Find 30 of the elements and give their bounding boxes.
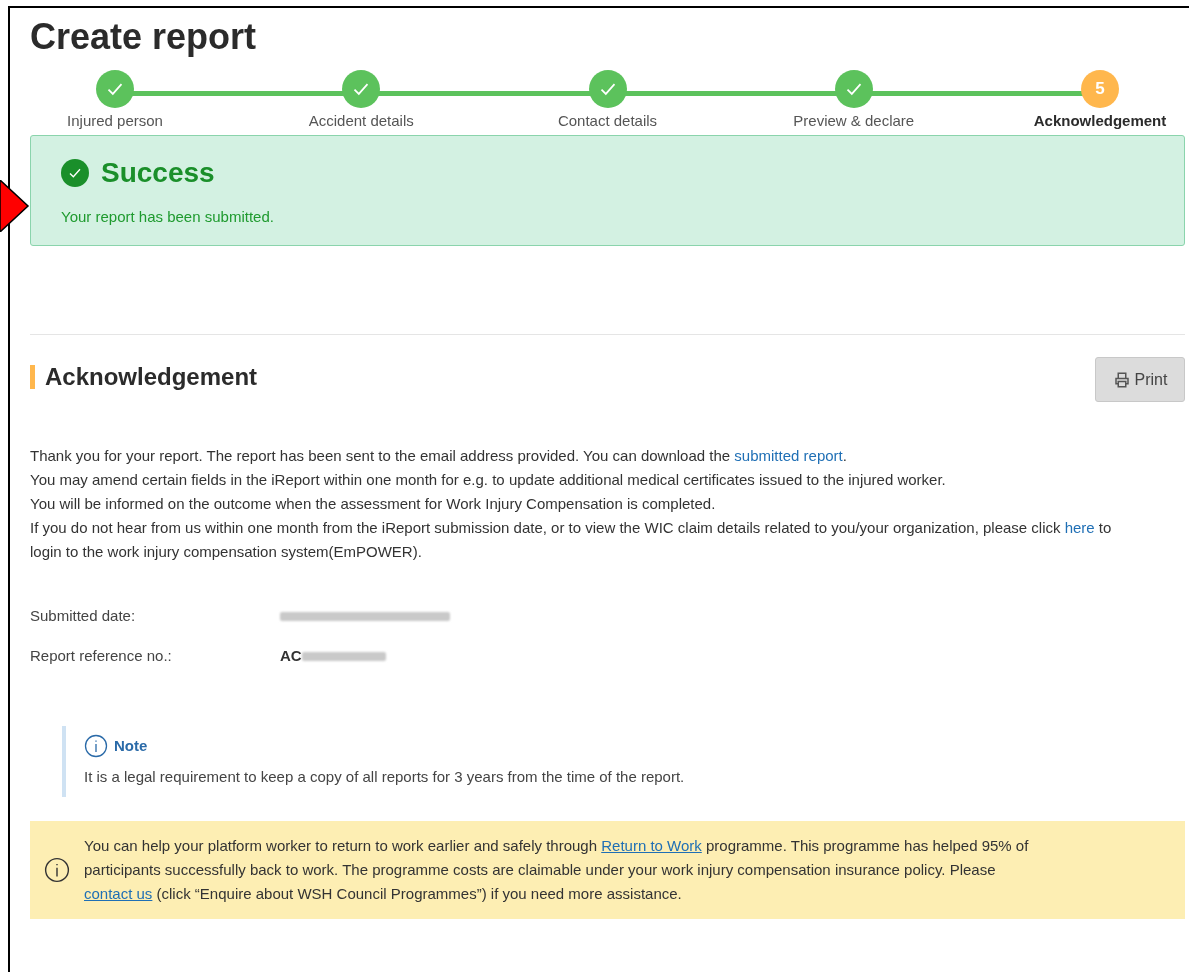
info-icon <box>84 734 108 758</box>
text-link[interactable]: submitted report <box>734 447 843 464</box>
alert-message: Your report has been submitted. <box>61 207 275 227</box>
success-check-icon <box>61 159 89 187</box>
note-title: Note <box>114 735 148 756</box>
field-value: AC <box>280 645 302 666</box>
body-paragraph: If you do not hear from us within one month from the iReport submission date, or to view the WIC claim details related to you/your organization, please click here to login to the work injury compensation system(EmPOWER). <box>30 518 1113 562</box>
pointer-arrow <box>0 180 30 232</box>
step-label: Preview & declare <box>793 111 915 131</box>
text-link[interactable]: here <box>1064 519 1095 536</box>
print-button[interactable]: Print <box>1095 357 1185 402</box>
info-icon <box>44 856 70 883</box>
step-label: Contact details <box>557 111 658 131</box>
page-title: Create report <box>30 15 257 59</box>
printer-icon <box>1112 370 1131 389</box>
alert-title: Success <box>101 156 215 190</box>
text-link[interactable]: contact us <box>84 884 153 902</box>
section-heading: Acknowledgement <box>45 362 258 392</box>
step-label: Injured person <box>67 111 163 131</box>
body-paragraph: You will be informed on the outcome when the assessment for Work Injury Compensation is completed. <box>30 494 717 514</box>
step-label: Acknowledgement <box>1033 111 1167 131</box>
field-label: Submitted date: <box>30 605 137 626</box>
banner-text: You can help your platform worker to return to work earlier and safely through Return to Work programme. This programme has helped 95% of participants successfully back to work. The programme costs are claimable under your work injury compensation insurance policy. Please contact us (click “Enquire about WSH Council Programmes”) if you need more assistance. <box>84 835 1029 904</box>
text-link[interactable]: Return to Work <box>601 836 702 854</box>
body-paragraph: You may amend certain fields in the iReport within one month for e.g. to update additional medical certificates issued to the injured worker. <box>30 470 947 490</box>
field-label: Report reference no.: <box>30 645 173 666</box>
body-paragraph: Thank you for your report. The report has been sent to the email address provided. You can download the submitted report. <box>30 446 848 466</box>
step-label: Accident details <box>308 111 414 131</box>
note-text: It is a legal requirement to keep a copy of all reports for 3 years from the time of the report. <box>84 767 686 787</box>
heading-accent-bar <box>30 365 35 389</box>
